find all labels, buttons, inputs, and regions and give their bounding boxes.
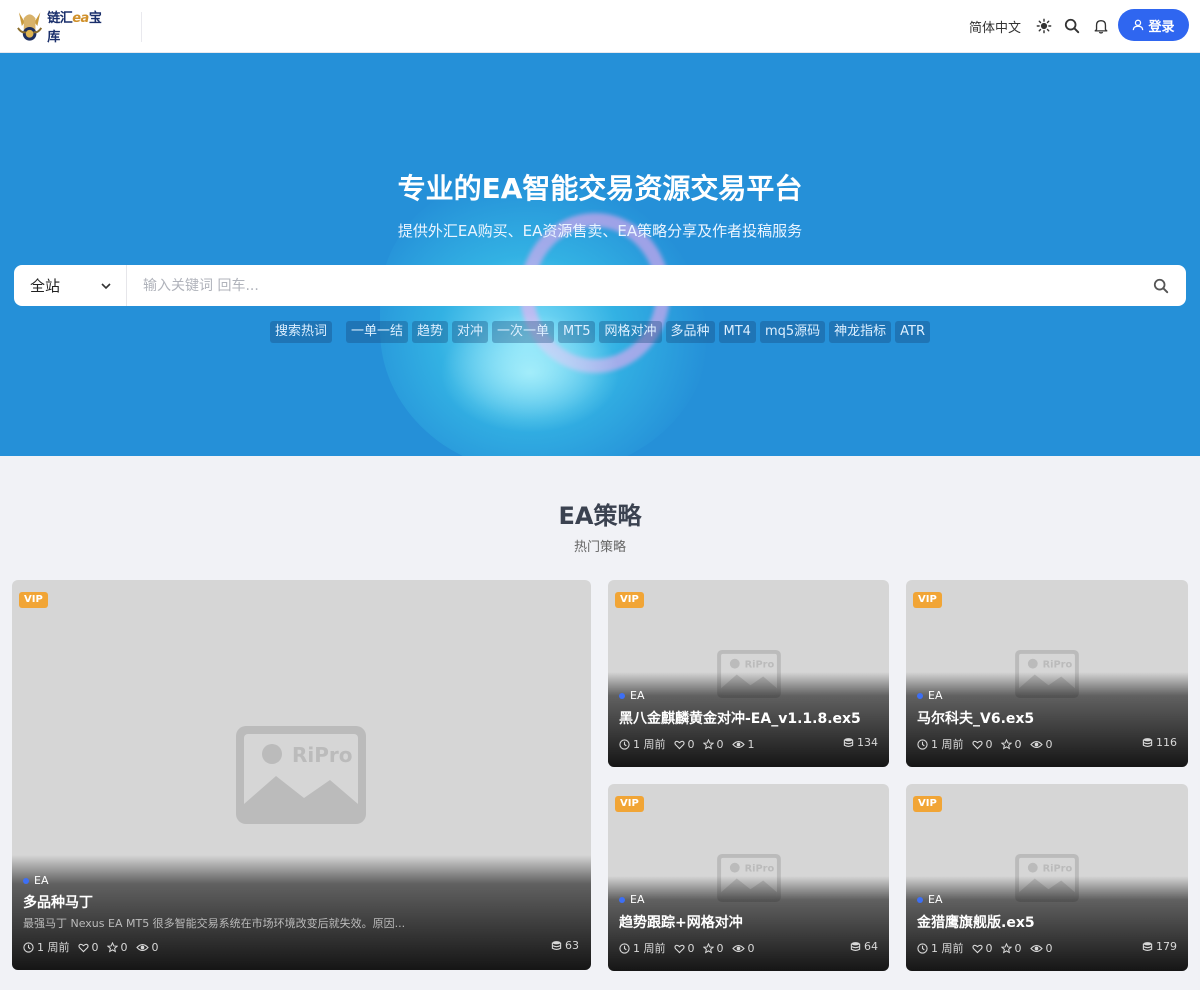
placeholder-brand: RiPro [1043, 660, 1073, 671]
coins-icon [843, 738, 854, 747]
clock-icon [619, 942, 630, 954]
image-placeholder-icon: RiPro [236, 726, 366, 824]
coins-icon [551, 941, 562, 950]
login-label: 登录 [1148, 19, 1175, 35]
placeholder-brand: RiPro [745, 864, 775, 875]
vip-badge: VIP [615, 592, 644, 608]
logo-emblem-icon [17, 12, 43, 41]
hot-tag[interactable]: ATR [895, 321, 931, 343]
card-description: 最强马丁 Nexus EA MT5 很多智能交易系统在市场环境改变后就失效。原因… [23, 917, 406, 930]
section-subtitle: 热门策略 [573, 540, 626, 555]
section-title: EA策略 [558, 502, 642, 530]
eye-icon [135, 943, 149, 951]
search-submit-button[interactable] [1136, 265, 1186, 306]
site-header: 链汇ea宝库 简体中文 登录 [0, 0, 1200, 53]
card-category[interactable]: EA [619, 893, 644, 906]
vip-badge: VIP [913, 592, 942, 608]
hero-banner: 专业的EA智能交易资源交易平台 提供外汇EA购买、EA资源售卖、EA策略分享及作… [0, 53, 1200, 456]
vip-badge: VIP [913, 796, 942, 812]
clock-icon [917, 942, 928, 954]
post-card[interactable]: RiPro VIP EA 趋势跟踪+网格对冲 1 周前 0 0 0 64 [608, 784, 889, 971]
hot-tag[interactable]: MT4 [718, 321, 756, 343]
post-card-featured[interactable]: RiPro VIP EA 多品种马丁 最强马丁 Nexus EA MT5 很多智… [12, 580, 591, 970]
card-downloads: 63 [551, 939, 579, 952]
card-downloads: 64 [850, 940, 878, 953]
card-meta: 1 周前 0 0 0 [619, 940, 755, 956]
search-icon[interactable] [1063, 17, 1081, 35]
heart-icon [673, 944, 685, 953]
clock-icon [23, 941, 34, 953]
heart-icon [77, 943, 89, 952]
language-switch[interactable]: 简体中文 [969, 17, 1021, 36]
hero-title: 专业的EA智能交易资源交易平台 [397, 172, 803, 205]
card-title[interactable]: 黑八金麒麟黄金对冲-EA_v1.1.8.ex5 [619, 708, 861, 728]
sun-icon[interactable] [1035, 17, 1053, 35]
login-button[interactable]: 登录 [1118, 9, 1189, 41]
star-icon [106, 941, 118, 953]
hot-tag[interactable]: 对冲 [452, 321, 489, 343]
post-card[interactable]: RiPro VIP EA 黑八金麒麟黄金对冲-EA_v1.1.8.ex5 1 周… [608, 580, 889, 767]
placeholder-brand: RiPro [1043, 864, 1073, 875]
placeholder-brand: RiPro [292, 743, 353, 767]
eye-icon [731, 740, 745, 748]
coins-icon [1142, 738, 1153, 747]
post-card[interactable]: RiPro VIP EA 马尔科夫_V6.ex5 1 周前 0 0 0 116 [906, 580, 1188, 767]
eye-icon [1029, 944, 1043, 952]
card-meta: 1 周前 0 0 0 [917, 940, 1053, 956]
hot-tags: 搜索热词 一单一结 趋势 对冲 一次一单 MT5 网格对冲 多品种 MT4 mq… [0, 321, 1200, 343]
heart-icon [971, 740, 983, 749]
hot-tag[interactable]: MT5 [558, 321, 596, 343]
search-scope-select[interactable]: 全站 [14, 265, 127, 306]
user-icon [1133, 19, 1144, 31]
hot-tag[interactable]: 一次一单 [492, 321, 555, 343]
card-category[interactable]: EA [917, 689, 942, 702]
star-icon [702, 942, 714, 954]
card-title[interactable]: 马尔科夫_V6.ex5 [917, 708, 1034, 728]
card-category[interactable]: EA [23, 874, 48, 887]
hot-tag[interactable]: 多品种 [665, 321, 715, 343]
post-card[interactable]: RiPro VIP EA 金猎鹰旗舰版.ex5 1 周前 0 0 0 179 [906, 784, 1188, 971]
eye-icon [731, 944, 745, 952]
eye-icon [1029, 740, 1043, 748]
hot-tag[interactable]: mq5源码 [759, 321, 826, 343]
star-icon [702, 738, 714, 750]
coins-icon [1142, 942, 1153, 951]
search-icon [1153, 278, 1169, 293]
card-title[interactable]: 多品种马丁 [23, 892, 93, 912]
hero-subtitle: 提供外汇EA购买、EA资源售卖、EA策略分享及作者投稿服务 [397, 222, 803, 240]
clock-icon [619, 738, 630, 750]
search-scope-label: 全站 [30, 277, 61, 295]
hot-tag[interactable]: 网格对冲 [599, 321, 662, 343]
card-category[interactable]: EA [619, 689, 644, 702]
placeholder-brand: RiPro [745, 660, 775, 671]
vip-badge: VIP [19, 592, 48, 608]
card-title[interactable]: 金猎鹰旗舰版.ex5 [917, 912, 1035, 932]
hot-tag[interactable]: 趋势 [412, 321, 449, 343]
heart-icon [673, 740, 685, 749]
hot-tags-label: 搜索热词 [269, 321, 332, 343]
star-icon [1000, 738, 1012, 750]
card-downloads: 116 [1142, 736, 1177, 749]
clock-icon [917, 738, 928, 750]
site-logo[interactable]: 链汇ea宝库 [16, 6, 112, 46]
search-bar: 全站 [14, 265, 1186, 306]
coins-icon [850, 942, 861, 951]
card-meta: 1 周前 0 0 1 [619, 736, 755, 752]
card-meta: 1 周前 0 0 0 [917, 736, 1053, 752]
header-divider [141, 12, 142, 42]
card-downloads: 134 [843, 736, 878, 749]
bell-icon[interactable] [1092, 17, 1110, 35]
card-downloads: 179 [1142, 940, 1177, 953]
vip-badge: VIP [615, 796, 644, 812]
hot-tag[interactable]: 神龙指标 [829, 321, 892, 343]
star-icon [1000, 942, 1012, 954]
search-input[interactable] [127, 265, 1136, 306]
card-title[interactable]: 趋势跟踪+网格对冲 [619, 912, 743, 932]
card-category[interactable]: EA [917, 893, 942, 906]
logo-text: 链汇ea宝库 [47, 11, 102, 45]
card-meta: 1 周前 0 0 0 [23, 939, 159, 955]
hot-tag[interactable]: 一单一结 [345, 321, 408, 343]
chevron-down-icon [101, 282, 111, 289]
heart-icon [971, 944, 983, 953]
